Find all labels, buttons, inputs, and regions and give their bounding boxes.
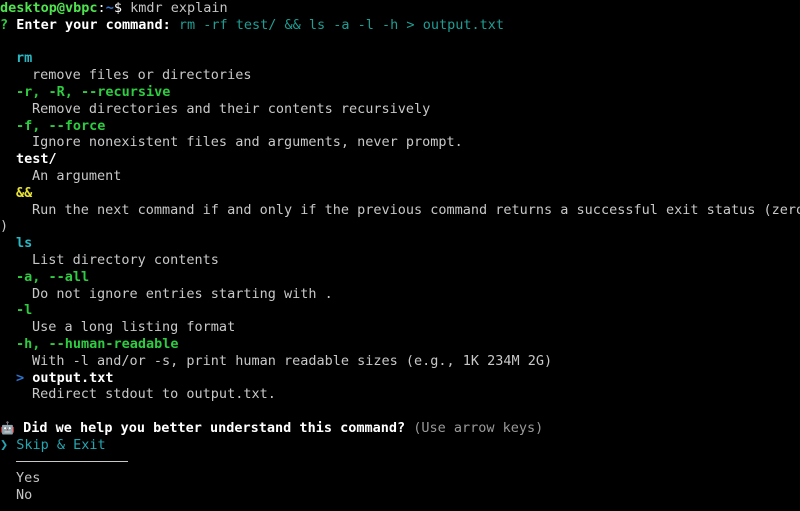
- token-text: ls: [16, 235, 33, 252]
- shell-prompt-line: desktop@vbpc:~$ kmdr explain: [0, 0, 800, 17]
- description-text: Use a long listing format: [32, 319, 236, 336]
- shell-sigil: $: [113, 0, 122, 16]
- terminal-window: desktop@vbpc:~$ kmdr explain ? Enter you…: [0, 0, 800, 511]
- token-text: -l: [16, 302, 33, 319]
- token-text: -r, -R, --recursive: [16, 83, 171, 100]
- explain-token-test-dir: test/: [0, 151, 800, 168]
- explain-desc-long: Use a long listing format: [0, 319, 800, 336]
- redirect-target-text: output.txt: [32, 369, 114, 386]
- description-text: Do not ignore entries starting with .: [32, 285, 333, 302]
- feedback-option-label: No: [16, 487, 33, 504]
- feedback-option-label: Skip & Exit: [16, 436, 106, 453]
- explain-desc-human-readable: With -l and/or -s, print human readable …: [0, 353, 800, 370]
- selection-pointer-icon: ❯: [0, 436, 9, 453]
- menu-separator: [0, 454, 800, 471]
- feedback-question-line: 🤖 Did we help you better understand this…: [0, 420, 800, 437]
- explain-desc-redirect: Redirect stdout to output.txt.: [0, 386, 800, 403]
- description-text: Remove directories and their contents re…: [32, 100, 431, 117]
- feedback-hint-text: (Use arrow keys): [413, 419, 544, 436]
- explain-token-force: -f, --force: [0, 118, 800, 135]
- description-text: Run the next command if and only if the …: [32, 201, 800, 218]
- feedback-option-skip-exit[interactable]: ❯ Skip & Exit: [0, 437, 800, 454]
- explain-token-recursive: -r, -R, --recursive: [0, 84, 800, 101]
- description-text: Ignore nonexistent files and arguments, …: [32, 134, 463, 151]
- command-input-line[interactable]: ? Enter your command: rm -rf test/ && ls…: [0, 17, 800, 34]
- shell-colon: :: [97, 0, 106, 16]
- shell-user-host: desktop@vbpc: [0, 0, 98, 16]
- explain-desc-and-operator: Run the next command if and only if the …: [0, 202, 800, 219]
- description-text: Redirect stdout to output.txt.: [32, 386, 276, 403]
- explain-token-rm: rm: [0, 50, 800, 67]
- explain-token-redirect: > output.txt: [0, 370, 800, 387]
- explain-desc-force: Ignore nonexistent files and arguments, …: [0, 134, 800, 151]
- shell-space: [122, 0, 130, 16]
- description-text: An argument: [32, 167, 122, 184]
- feedback-option-yes[interactable]: Yes: [0, 470, 800, 487]
- feedback-option-label: Yes: [16, 470, 41, 487]
- explain-token-human-readable: -h, --human-readable: [0, 336, 800, 353]
- shell-path: ~: [105, 0, 114, 16]
- redirect-symbol-icon: >: [16, 369, 25, 386]
- token-text: -f, --force: [16, 117, 106, 134]
- explain-token-all: -a, --all: [0, 269, 800, 286]
- command-input-label: Enter your command:: [16, 16, 171, 33]
- description-text: List directory contents: [32, 251, 219, 268]
- robot-icon: 🤖: [0, 420, 15, 435]
- menu-separator-rule: [16, 461, 128, 463]
- token-text: &&: [16, 184, 33, 201]
- explain-desc-rm: remove files or directories: [0, 67, 800, 84]
- token-text: -a, --all: [16, 268, 90, 285]
- explain-token-and-operator: &&: [0, 185, 800, 202]
- question-marker-icon: ?: [0, 16, 9, 33]
- feedback-option-no[interactable]: No: [0, 487, 800, 504]
- description-text: remove files or directories: [32, 67, 252, 84]
- explain-desc-all: Do not ignore entries starting with .: [0, 286, 800, 303]
- explain-desc-recursive: Remove directories and their contents re…: [0, 101, 800, 118]
- feedback-question-text: Did we help you better understand this c…: [23, 419, 406, 436]
- token-text: -h, --human-readable: [16, 335, 179, 352]
- token-text: test/: [16, 151, 57, 168]
- explain-desc-test-dir: An argument: [0, 168, 800, 185]
- explain-desc-and-operator-wrap: ): [0, 218, 800, 235]
- command-input-value[interactable]: rm -rf test/ && ls -a -l -h > output.txt: [179, 17, 504, 33]
- explain-token-long: -l: [0, 302, 800, 319]
- token-text: rm: [16, 50, 33, 67]
- explain-token-ls: ls: [0, 235, 800, 252]
- description-text: With -l and/or -s, print human readable …: [32, 352, 553, 369]
- explain-desc-ls: List directory contents: [0, 252, 800, 269]
- wrapped-overflow-text: ): [0, 218, 9, 235]
- shell-typed-command: kmdr explain: [130, 0, 228, 16]
